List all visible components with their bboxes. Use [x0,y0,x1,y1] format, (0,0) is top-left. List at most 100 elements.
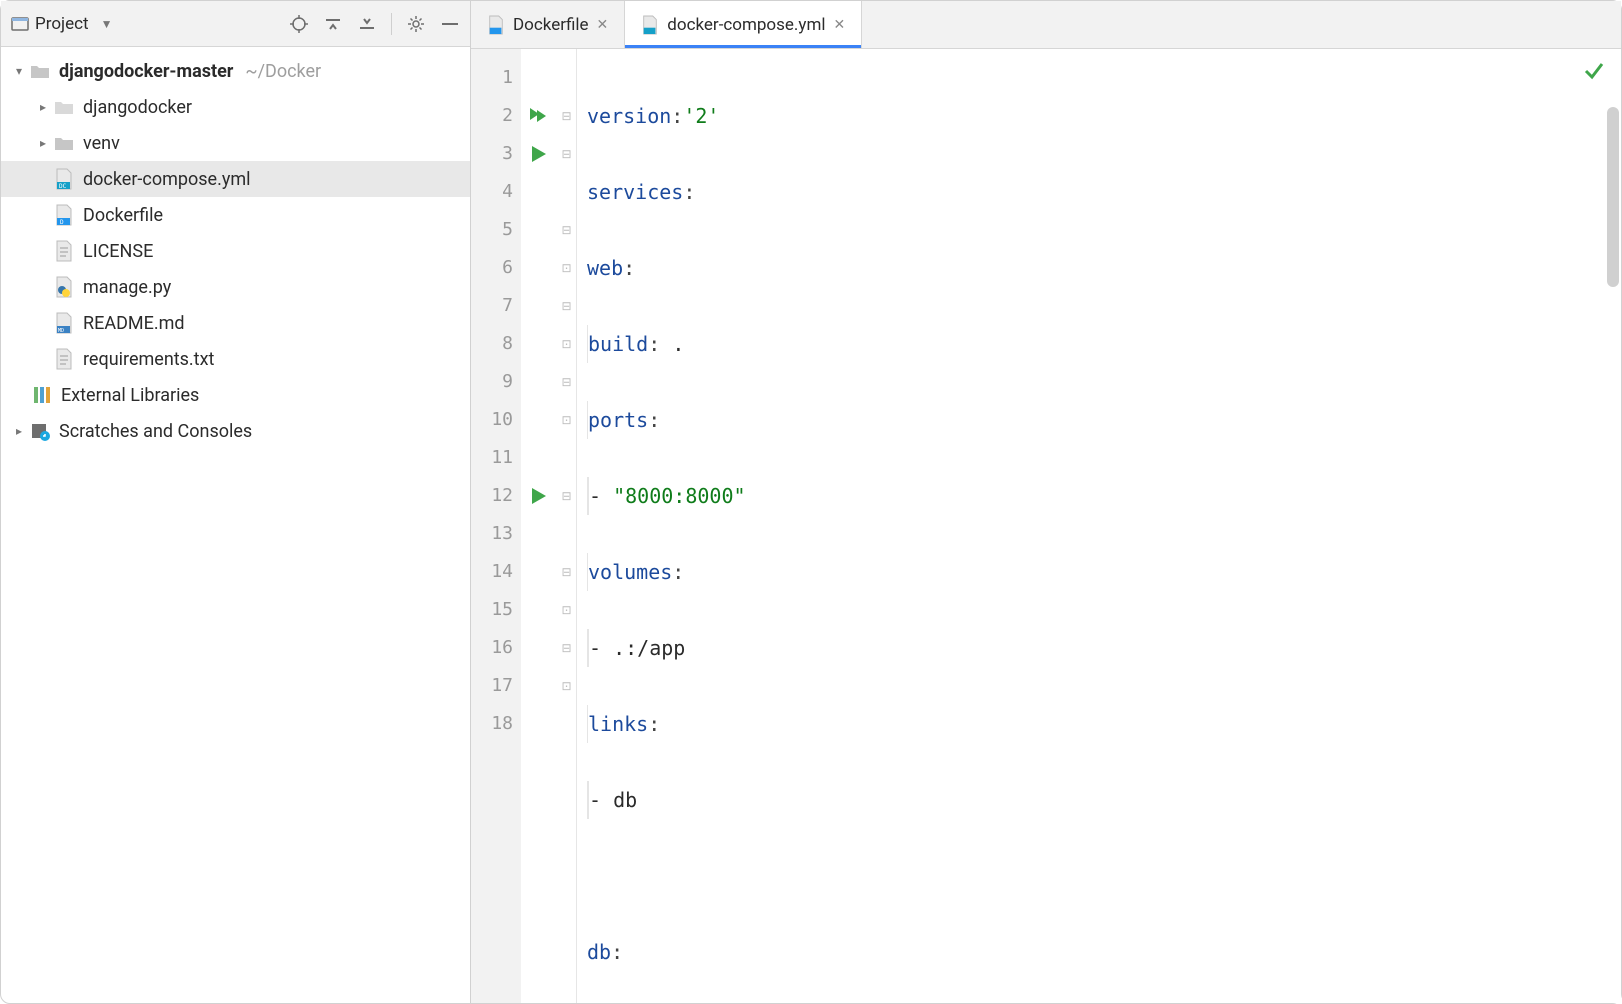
line-number[interactable]: 6 [471,249,513,287]
code-editor[interactable]: version: '2' services: web: build: . por… [577,49,1621,1003]
dc-file-icon: DC [53,168,75,190]
fold-toggle-icon[interactable]: ⊟ [557,287,576,325]
expand-all-icon[interactable] [323,14,343,34]
line-number-gutter[interactable]: 1 2 3 4 5 6 7 8 9 10 11 12 13 14 15 16 1… [471,49,521,1003]
py-file-icon [53,276,75,298]
chevron-right-icon[interactable]: ▸ [33,136,53,150]
close-icon[interactable]: ✕ [597,17,609,33]
libraries-icon [31,384,53,406]
folder-icon [53,96,75,118]
sidebar-title-dropdown[interactable]: Project ▼ [11,14,112,34]
run-service-icon[interactable] [521,135,557,173]
inspection-ok-icon[interactable] [1583,59,1605,81]
line-number[interactable]: 11 [471,439,513,477]
gear-icon[interactable] [406,14,426,34]
fold-end-icon[interactable]: ⊡ [557,249,576,287]
line-number[interactable]: 7 [471,287,513,325]
tree-item-label: README.md [83,313,185,334]
chevron-down-icon[interactable]: ▾ [9,64,29,78]
line-number[interactable]: 16 [471,629,513,667]
fold-end-icon[interactable]: ⊡ [557,591,576,629]
tree-folder-djangodocker[interactable]: ▸ djangodocker [1,89,470,125]
md-file-icon: MD [53,312,75,334]
tree-item-label: docker-compose.yml [83,169,251,190]
line-number[interactable]: 18 [471,705,513,743]
dc-file-icon [641,15,659,35]
line-number[interactable]: 8 [471,325,513,363]
scratches-icon [29,420,51,442]
tab-dockerfile[interactable]: Dockerfile ✕ [471,1,625,48]
tree-folder-venv[interactable]: ▸ venv [1,125,470,161]
svg-text:D: D [60,219,64,226]
line-number[interactable]: 9 [471,363,513,401]
collapse-all-icon[interactable] [357,14,377,34]
tree-item-label: requirements.txt [83,349,214,370]
tab-label: Dockerfile [513,15,589,35]
folder-icon [53,132,75,154]
line-number[interactable]: 3 [471,135,513,173]
line-number[interactable]: 13 [471,515,513,553]
code-area: 1 2 3 4 5 6 7 8 9 10 11 12 13 14 15 16 1… [471,49,1621,1003]
tab-docker-compose[interactable]: docker-compose.yml ✕ [625,1,862,48]
fold-toggle-icon[interactable]: ⊟ [557,211,576,249]
tree-item-label: Scratches and Consoles [59,421,252,442]
line-number[interactable]: 15 [471,591,513,629]
fold-end-icon[interactable]: ⊡ [557,667,576,705]
run-service-icon[interactable] [521,477,557,515]
locate-icon[interactable] [289,14,309,34]
fold-toggle-icon[interactable]: ⊟ [557,629,576,667]
tree-file-docker-compose[interactable]: DC docker-compose.yml [1,161,470,197]
fold-end-icon[interactable]: ⊡ [557,325,576,363]
text-file-icon [53,348,75,370]
close-icon[interactable]: ✕ [834,17,846,33]
line-number[interactable]: 1 [471,59,513,97]
svg-text:DC: DC [59,183,67,190]
tree-item-label: External Libraries [61,385,199,406]
project-tree[interactable]: ▾ djangodocker-master ~/Docker ▸ djangod… [1,47,470,1003]
tree-file-requirements[interactable]: requirements.txt [1,341,470,377]
fold-toggle-icon[interactable]: ⊟ [557,477,576,515]
chevron-right-icon[interactable]: ▸ [9,424,29,438]
line-number[interactable]: 12 [471,477,513,515]
sidebar-title-label: Project [35,14,89,34]
tree-item-label: venv [83,133,120,154]
line-number[interactable]: 5 [471,211,513,249]
tree-file-dockerfile[interactable]: D Dockerfile [1,197,470,233]
tree-file-license[interactable]: LICENSE [1,233,470,269]
line-number[interactable]: 2 [471,97,513,135]
tree-root-path: ~/Docker [245,61,321,82]
svg-text:MD: MD [58,328,64,334]
chevron-down-icon: ▼ [101,17,113,31]
tree-file-managepy[interactable]: manage.py [1,269,470,305]
line-number[interactable]: 17 [471,667,513,705]
chevron-right-icon[interactable]: ▸ [33,100,53,114]
fold-toggle-icon[interactable]: ⊟ [557,363,576,401]
tree-item-label: Dockerfile [83,205,163,226]
fold-toggle-icon[interactable]: ⊟ [557,135,576,173]
docker-file-icon [487,15,505,35]
fold-end-icon[interactable]: ⊡ [557,401,576,439]
fold-gutter: ⊟ ⊟ ⊟ ⊡ ⊟ ⊡ ⊟ ⊡ ⊟ ⊟ ⊡ ⊟ ⊡ [557,49,577,1003]
run-services-icon[interactable] [521,97,557,135]
fold-toggle-icon[interactable]: ⊟ [557,553,576,591]
editor-tabs: Dockerfile ✕ docker-compose.yml ✕ [471,1,1621,49]
tree-file-readme[interactable]: MD README.md [1,305,470,341]
tree-root-label: djangodocker-master [59,61,233,82]
line-number[interactable]: 4 [471,173,513,211]
fold-toggle-icon[interactable]: ⊟ [557,97,576,135]
editor-panel: Dockerfile ✕ docker-compose.yml ✕ 1 2 3 … [471,1,1621,1003]
tree-scratches[interactable]: ▸ Scratches and Consoles [1,413,470,449]
tab-label: docker-compose.yml [667,15,825,35]
hide-icon[interactable] [440,14,460,34]
vertical-scrollbar[interactable] [1607,107,1619,287]
project-view-icon [11,15,29,33]
run-gutter [521,49,557,1003]
docker-file-icon: D [53,204,75,226]
tree-external-libraries[interactable]: External Libraries [1,377,470,413]
tree-root[interactable]: ▾ djangodocker-master ~/Docker [1,53,470,89]
tree-item-label: LICENSE [83,241,153,262]
tree-item-label: manage.py [83,277,171,298]
tree-item-label: djangodocker [83,97,192,118]
line-number[interactable]: 14 [471,553,513,591]
line-number[interactable]: 10 [471,401,513,439]
